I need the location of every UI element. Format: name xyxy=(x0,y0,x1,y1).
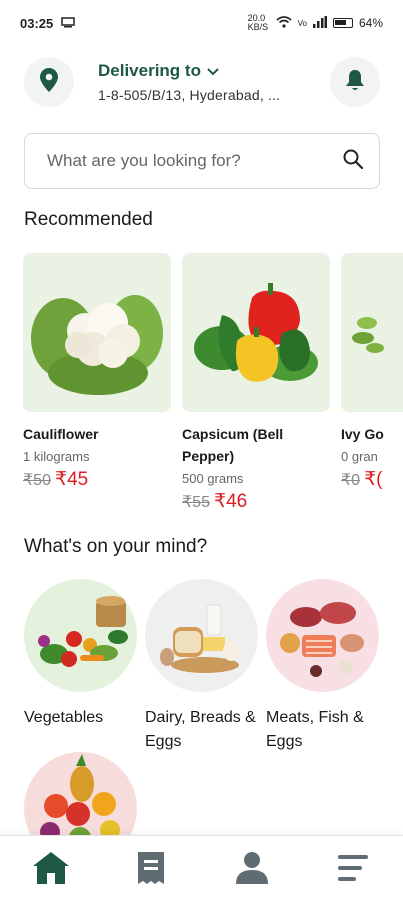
recommended-heading: Recommended xyxy=(24,209,153,230)
search-icon[interactable] xyxy=(343,149,364,174)
product-name: Capsicum (Bell Pepper) xyxy=(182,426,284,464)
status-time: 03:25 xyxy=(20,15,54,31)
product-image-cauliflower xyxy=(23,253,171,412)
screen-icon xyxy=(61,16,75,31)
discounted-price: ₹( xyxy=(364,469,383,490)
discounted-price: ₹45 xyxy=(54,469,89,490)
product-price: ₹55 ₹46 xyxy=(182,490,330,513)
search-input[interactable]: What are you looking for? xyxy=(47,151,343,171)
original-price: ₹55 xyxy=(182,494,210,511)
recommended-carousel[interactable]: Cauliflower 1 kilograms ₹50 ₹45 Capsicum… xyxy=(23,253,403,513)
delivery-address-selector[interactable]: Delivering to 1-8-505/B/13, Hyderabad, .… xyxy=(98,61,330,103)
category-image-dairy xyxy=(145,579,258,692)
signal-icon xyxy=(312,15,327,31)
category-meats-fish-eggs[interactable]: Meats, Fish & Eggs xyxy=(266,579,384,754)
product-price: ₹50 ₹45 xyxy=(23,468,171,491)
product-quantity: 1 kilograms xyxy=(23,449,90,464)
categories-heading: What's on your mind? xyxy=(24,536,208,557)
product-card[interactable]: Capsicum (Bell Pepper) 500 grams ₹55 ₹46 xyxy=(182,253,330,513)
category-label: Vegetables xyxy=(24,709,104,726)
product-card[interactable]: Ivy Go 0 gran ₹0 ₹( xyxy=(341,253,403,491)
delivery-address: 1-8-505/B/13, Hyderabad, ... xyxy=(98,87,281,103)
product-image-capsicum xyxy=(182,253,330,412)
delivering-to-label: Delivering to xyxy=(98,61,201,80)
chevron-down-icon xyxy=(207,61,219,81)
battery-icon xyxy=(332,18,353,28)
user-icon xyxy=(235,851,269,890)
product-card[interactable]: Cauliflower 1 kilograms ₹50 ₹45 xyxy=(23,253,171,491)
sim-icon: Vo xyxy=(297,18,307,28)
header: Delivering to 1-8-505/B/13, Hyderabad, .… xyxy=(24,56,380,108)
wifi-icon xyxy=(276,15,292,31)
original-price: ₹50 xyxy=(23,472,51,489)
bell-icon xyxy=(345,69,365,96)
category-label: Dairy, Breads & Eggs xyxy=(145,709,256,750)
menu-icon xyxy=(338,854,368,887)
product-price: ₹0 ₹( xyxy=(341,468,403,491)
original-price: ₹0 xyxy=(341,472,361,489)
search-bar[interactable]: What are you looking for? xyxy=(24,133,380,189)
network-speed: 20.0 KB/S xyxy=(247,13,269,32)
nav-home[interactable] xyxy=(31,850,71,890)
category-image-vegetables xyxy=(24,579,137,692)
product-quantity: 0 gran xyxy=(341,449,378,464)
product-name: Cauliflower xyxy=(23,426,99,442)
product-name: Ivy Go xyxy=(341,426,384,442)
status-bar: 03:25 20.0 KB/S Vo 64% xyxy=(0,0,403,46)
discounted-price: ₹46 xyxy=(213,491,248,512)
location-button[interactable] xyxy=(24,57,74,107)
category-dairy-breads-eggs[interactable]: Dairy, Breads & Eggs xyxy=(145,579,263,754)
nav-profile[interactable] xyxy=(232,850,272,890)
product-image-ivy-gourd xyxy=(341,253,403,412)
category-image-meats xyxy=(266,579,379,692)
category-vegetables[interactable]: Vegetables xyxy=(24,579,142,730)
home-icon xyxy=(32,851,70,890)
notifications-button[interactable] xyxy=(330,57,380,107)
battery-percent: 64% xyxy=(358,16,383,30)
location-pin-icon xyxy=(40,67,58,97)
bottom-navigation xyxy=(0,835,403,900)
nav-menu[interactable] xyxy=(333,850,373,890)
product-quantity: 500 grams xyxy=(182,471,244,486)
receipt-icon xyxy=(136,851,166,890)
category-label: Meats, Fish & Eggs xyxy=(266,709,364,750)
nav-orders[interactable] xyxy=(131,850,171,890)
